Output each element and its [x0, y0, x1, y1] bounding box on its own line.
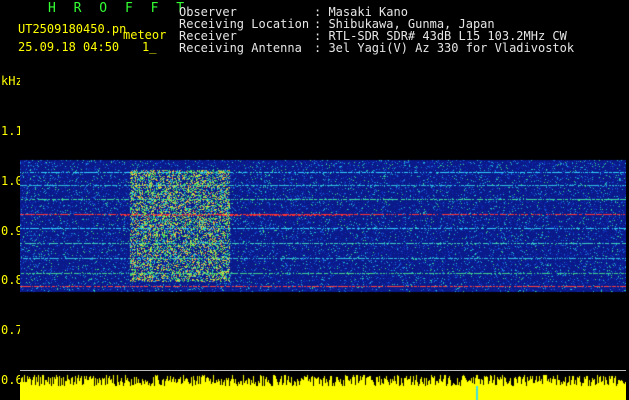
antenna-value: : 3el Yagi(V) Az 330 for Vladivostok	[314, 41, 575, 55]
app-name: H R O F F T	[48, 1, 190, 16]
waterfall-spectrogram	[20, 78, 626, 370]
antenna-label: Receiving Antenna	[179, 41, 302, 55]
datetime: 25.09.18 04:50	[18, 40, 120, 54]
meter-separator	[20, 370, 626, 371]
counter: 1_	[142, 40, 157, 54]
filename: UT2509180450.pn	[18, 22, 127, 36]
noise-level-bars	[20, 372, 626, 400]
